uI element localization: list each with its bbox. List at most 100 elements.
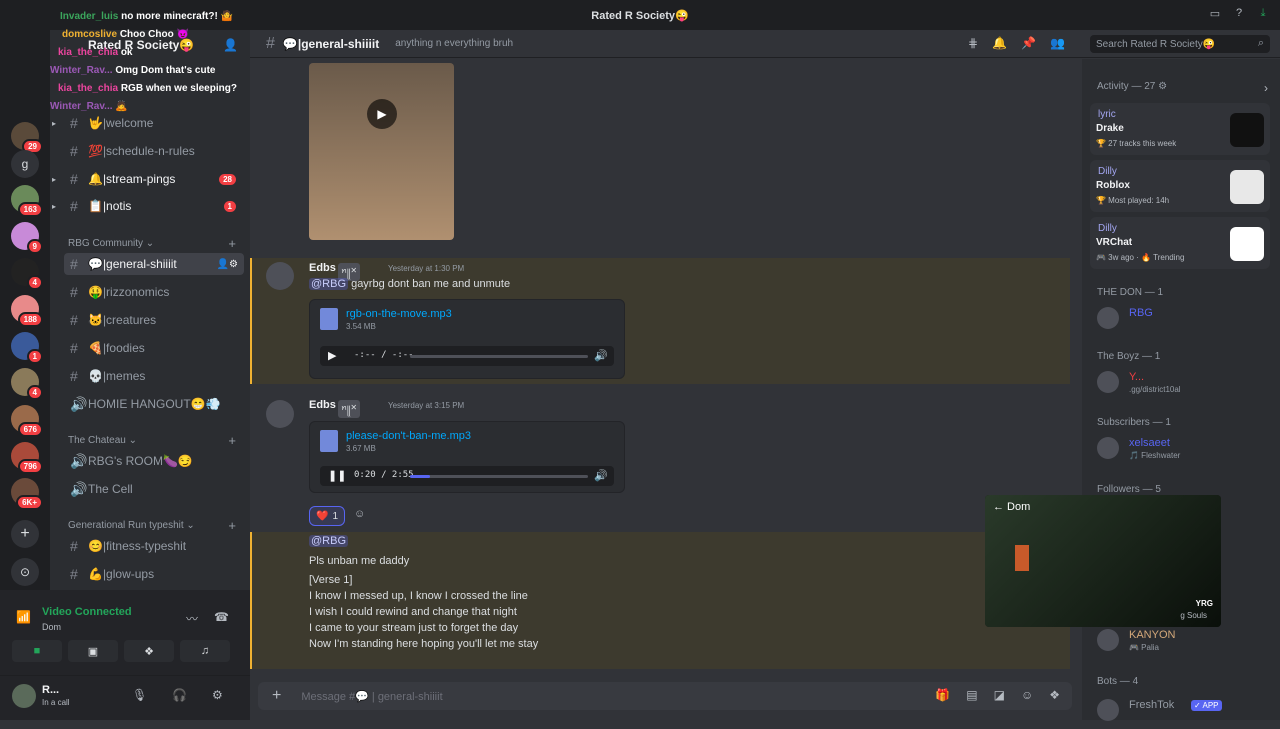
voice-channel-cell[interactable]: 🔊 The Cell — [64, 478, 244, 500]
avatar — [1097, 371, 1119, 393]
message-line: I wish I could rewind and change that ni… — [309, 606, 517, 618]
game-icon — [1230, 113, 1264, 147]
add-channel-icon[interactable]: + — [228, 433, 236, 448]
search-input[interactable]: Search Rated R Society😜 ⌕ — [1090, 35, 1270, 53]
member-item[interactable]: xelsaeet 🎵 Fleshwater — [1097, 437, 1267, 467]
voice-channel-homie[interactable]: 🔊 HOMIE HANGOUT😁💨 — [64, 393, 244, 415]
member-group-title: The Boyz — 1 — [1097, 351, 1161, 362]
avatar[interactable] — [266, 262, 294, 290]
timestamp: Yesterday at 1:30 PM — [388, 264, 465, 273]
inbox-icon[interactable]: ▭ — [1208, 6, 1222, 20]
pin-icon[interactable]: 📌 — [1021, 36, 1036, 50]
noise-suppression-icon[interactable]: 〰 — [186, 610, 198, 627]
message-list: ▶ Edbs ꪀ꧋✕ Yesterday at 1:30 PM @RBG gay… — [250, 59, 1082, 669]
channel-general[interactable]: # 💬|general-shiiiit 👤⚙ — [64, 253, 244, 275]
voice-channel-rbg-room[interactable]: 🔊 RBG's ROOM🍆😏 — [64, 450, 244, 472]
add-channel-icon[interactable]: + — [228, 236, 236, 251]
server-icon[interactable]: g — [11, 150, 39, 178]
app-badge: ✓ APP — [1191, 700, 1222, 711]
server-icon[interactable]: 676 — [11, 405, 43, 437]
category-chateau[interactable]: The Chateau ⌄ + — [68, 433, 244, 448]
channel-memes[interactable]: # 💀|memes — [64, 365, 244, 387]
camera-button[interactable]: ■ — [12, 640, 62, 662]
add-reaction-icon[interactable]: ☺ — [354, 508, 372, 524]
play-icon[interactable]: ▶ — [328, 349, 336, 362]
chevron-right-icon[interactable]: › — [1264, 81, 1268, 95]
server-icon[interactable]: 4 — [11, 368, 43, 400]
server-icon[interactable]: 163 — [11, 185, 43, 217]
soundboard-button[interactable]: ♫ — [180, 640, 230, 662]
video-thumbnail[interactable]: ▶ — [309, 63, 454, 240]
pause-icon[interactable]: ❚❚ — [328, 469, 346, 482]
file-name[interactable]: rgb-on-the-move.mp3 — [346, 308, 452, 320]
audio-progress[interactable] — [410, 355, 588, 358]
avatar[interactable] — [266, 400, 294, 428]
disconnect-icon[interactable]: ☎ — [214, 610, 229, 624]
add-server-icon[interactable]: + — [11, 520, 39, 548]
hash-icon: # — [266, 34, 275, 52]
download-icon[interactable]: ⤓ — [1256, 6, 1270, 20]
server-icon[interactable]: 6K+ — [11, 478, 43, 510]
pip-video[interactable]: ← Dom YRG g Souls — [985, 495, 1221, 627]
sticker-icon[interactable]: ◪ — [994, 688, 1005, 702]
channel-creatures[interactable]: # 🐱|creatures — [64, 309, 244, 331]
file-icon — [320, 430, 338, 452]
server-icon[interactable]: 796 — [11, 442, 43, 474]
member-item[interactable]: RBG — [1097, 307, 1267, 337]
file-name[interactable]: please-don't-ban-me.mp3 — [346, 430, 471, 442]
signal-icon[interactable]: 📶 — [16, 610, 31, 624]
category-generational[interactable]: Generational Run typeshit ⌄ + — [68, 518, 244, 533]
activity-card[interactable]: Dilly VRChat 🎮 3w ago · 🔥 Trending — [1090, 217, 1270, 269]
message-line: Now I'm standing here hoping you'll let … — [309, 638, 539, 650]
member-item[interactable]: Y... .gg/district10al — [1097, 371, 1267, 401]
add-attachment-icon[interactable]: + — [272, 687, 281, 705]
audio-progress[interactable] — [410, 475, 588, 478]
play-icon[interactable]: ▶ — [367, 99, 397, 129]
mic-icon[interactable]: 🎙 — [132, 688, 147, 702]
headphones-icon[interactable]: 🎧 — [172, 688, 187, 702]
user-name: R... — [42, 684, 60, 696]
channel-notis[interactable]: ▸ # 📋|notis 1 — [52, 195, 244, 217]
pip-back-button[interactable]: ← Dom — [993, 501, 1030, 513]
apps-icon[interactable]: ❖ — [1049, 688, 1060, 702]
server-icon[interactable]: 188 — [11, 295, 43, 327]
discover-icon[interactable]: ⊙ — [11, 558, 39, 586]
speaker-icon: 🔊 — [70, 395, 88, 412]
message-author[interactable]: Edbs — [309, 262, 336, 274]
volume-icon[interactable]: 🔊 — [594, 469, 608, 482]
channel-schedule[interactable]: # 💯|schedule-n-rules — [64, 140, 244, 162]
gif-icon[interactable]: ▤ — [966, 688, 977, 702]
server-icon[interactable]: 29 — [11, 122, 43, 154]
members-icon[interactable]: 👥 — [1050, 36, 1065, 50]
help-icon[interactable]: ? — [1232, 6, 1246, 20]
user-tag: ꪀ꧋✕ — [338, 400, 361, 418]
channel-fitness[interactable]: # 😊|fitness-typeshit — [64, 535, 244, 557]
avatar[interactable] — [12, 684, 36, 708]
member-item[interactable]: KANYON 🎮 Palia — [1097, 629, 1267, 659]
activity-card[interactable]: Dilly Roblox 🏆 Most played: 14h — [1090, 160, 1270, 212]
message-input[interactable]: + Message #💬 | general-shiiiit 🎁 ▤ ◪ ☺ ❖ — [258, 682, 1072, 710]
server-icon[interactable]: 4 — [11, 258, 43, 290]
channel-foodies[interactable]: # 🍕|foodies — [64, 337, 244, 359]
volume-icon[interactable]: 🔊 — [594, 349, 608, 362]
member-item[interactable]: FreshTok ✓ APP — [1097, 699, 1267, 729]
gift-icon[interactable]: 🎁 — [935, 688, 950, 702]
server-icon[interactable]: 1 — [11, 332, 43, 364]
activities-button[interactable]: ❖ — [124, 640, 174, 662]
screen-share-button[interactable]: ▣ — [68, 640, 118, 662]
add-channel-icon[interactable]: + — [228, 518, 236, 533]
category-rbg[interactable]: RBG Community ⌄ + — [68, 236, 244, 251]
channel-rizzonomics[interactable]: # 🤑|rizzonomics — [64, 281, 244, 303]
activity-card[interactable]: lyric Drake 🏆 27 tracks this week — [1090, 103, 1270, 155]
emoji-icon[interactable]: ☺ — [1021, 688, 1033, 702]
channel-stream-pings[interactable]: ▸ # 🔔|stream-pings 28 — [52, 168, 244, 190]
member-group-title: Followers — 5 — [1097, 484, 1161, 495]
server-icon[interactable]: 9 — [11, 222, 43, 254]
settings-icon[interactable]: 👤⚙ — [217, 259, 238, 270]
bell-icon[interactable]: 🔔 — [992, 36, 1007, 50]
reaction-heart[interactable]: ❤️ 1 — [309, 506, 346, 526]
threads-icon[interactable]: ⋕ — [968, 36, 978, 50]
message-author[interactable]: Edbs — [309, 399, 336, 411]
gear-icon[interactable]: ⚙ — [212, 688, 223, 702]
channel-glow-ups[interactable]: # 💪|glow-ups — [64, 563, 244, 585]
